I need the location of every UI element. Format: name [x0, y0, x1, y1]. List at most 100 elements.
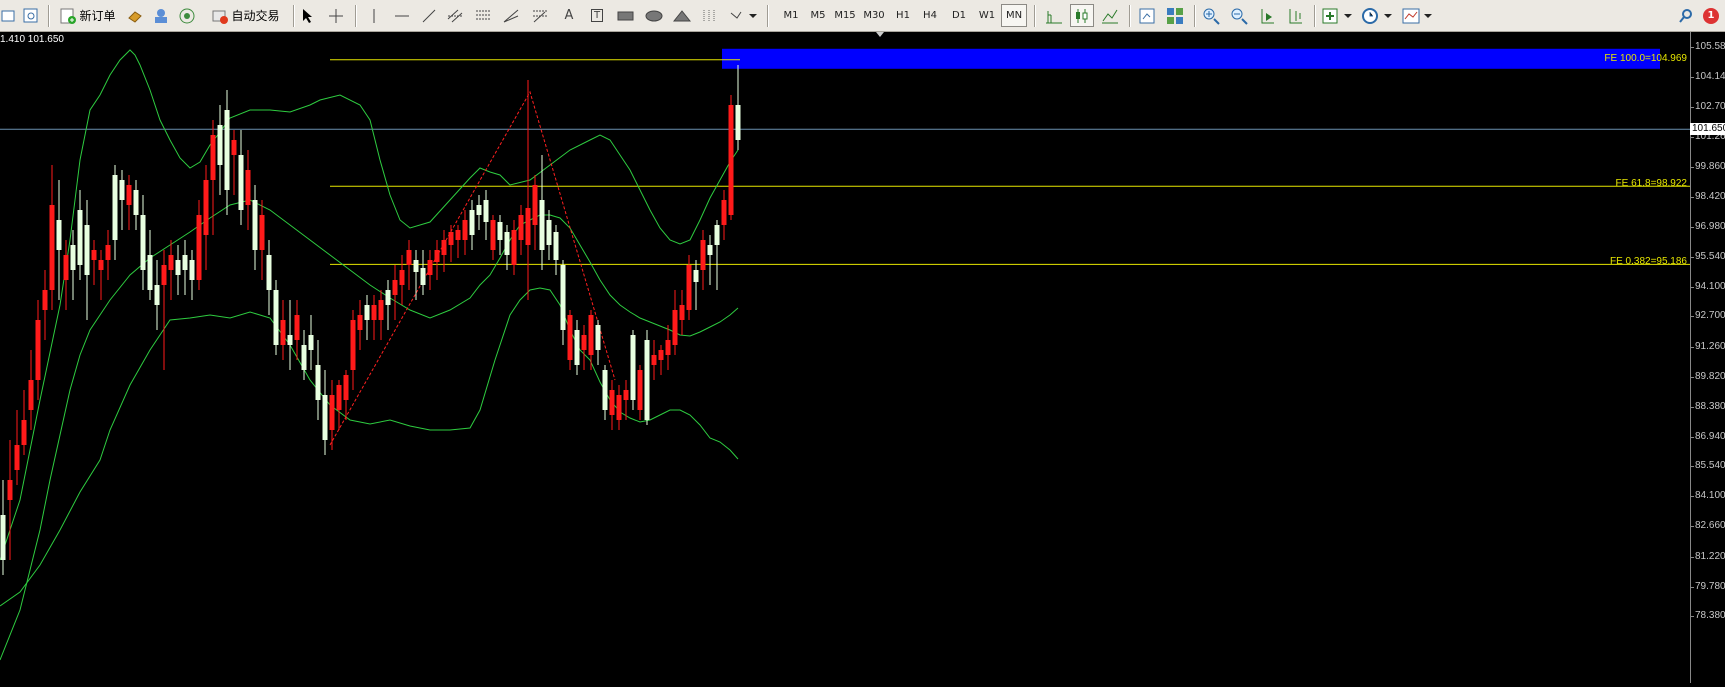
candle-bull: [84, 225, 90, 275]
window-icon[interactable]: [0, 4, 16, 27]
more-tools-dropdown[interactable]: [726, 4, 760, 27]
chart-shift-marker: [876, 32, 884, 37]
fib-expansion-icon[interactable]: [528, 4, 552, 27]
zigzag-line: [329, 90, 616, 446]
new-order-button[interactable]: 新订单: [56, 4, 120, 27]
candle-bear: [581, 335, 587, 350]
candle-bull: [77, 210, 83, 265]
candle-bull: [252, 200, 258, 250]
ellipse-icon[interactable]: [642, 4, 666, 27]
candle-bear: [532, 185, 538, 225]
auto-trade-button[interactable]: 自动交易: [208, 4, 284, 27]
periods-dropdown[interactable]: [1360, 4, 1396, 27]
candle-bull: [140, 215, 146, 270]
price-axis-label: 96.980: [1695, 220, 1725, 232]
rectangle-icon[interactable]: [614, 4, 638, 27]
candle-bull: [714, 225, 720, 245]
triangle-icon[interactable]: [670, 4, 694, 27]
candle-bull: [147, 255, 153, 290]
candle-bear: [434, 250, 440, 262]
notifications-icon[interactable]: 1: [1700, 4, 1722, 27]
candle-bear: [721, 200, 727, 225]
candle-bull: [364, 305, 370, 320]
horizontal-line-icon[interactable]: [392, 4, 412, 27]
tf-h1[interactable]: H1: [890, 4, 916, 27]
candle-bull: [595, 325, 601, 350]
candle-bull: [287, 335, 293, 345]
tf-h4[interactable]: H4: [917, 4, 943, 27]
fe-100-band: [722, 48, 1660, 69]
candle-bear: [126, 185, 132, 205]
indicators-dropdown[interactable]: [1320, 4, 1356, 27]
candle-bear: [392, 280, 398, 295]
autoscroll-icon[interactable]: [1255, 4, 1279, 27]
fib-fan-icon[interactable]: [500, 4, 522, 27]
signal-icon[interactable]: [176, 4, 198, 27]
search-icon[interactable]: [1676, 4, 1696, 27]
price-axis-label: 102.700: [1695, 101, 1725, 113]
price-axis-tick: [1691, 346, 1694, 348]
template-icon[interactable]: [1135, 4, 1159, 27]
channel-icon[interactable]: [444, 4, 466, 27]
chart-zoom-icon[interactable]: [20, 4, 42, 27]
candle-bear: [63, 255, 69, 280]
candle-bull: [266, 255, 272, 290]
candle-bear: [427, 260, 433, 275]
templates-dropdown[interactable]: [1400, 4, 1436, 27]
candle-bear: [518, 215, 524, 240]
line-chart-icon[interactable]: [1098, 4, 1122, 27]
price-axis-label: 95.540: [1695, 251, 1725, 263]
ohlc-readout: 1.410 101.650: [0, 34, 64, 45]
price-axis-label: 98.420: [1695, 190, 1725, 202]
zoom-out-icon[interactable]: [1227, 4, 1251, 27]
candle-bull: [476, 205, 482, 215]
arrow-tools-icon[interactable]: [698, 4, 722, 27]
trendline-icon[interactable]: [418, 4, 440, 27]
tf-w1[interactable]: W1: [974, 4, 1000, 27]
tf-m30[interactable]: M30: [861, 4, 887, 27]
price-axis-tick: [1691, 616, 1694, 617]
zoom-in-icon[interactable]: [1199, 4, 1223, 27]
candle-bull: [707, 245, 713, 255]
text-label-tool-icon[interactable]: T: [586, 4, 608, 27]
history-icon[interactable]: [124, 4, 146, 27]
price-axis-tick: [1691, 526, 1694, 528]
tf-m15[interactable]: M15: [832, 4, 858, 27]
price-axis-tick: [1691, 196, 1694, 198]
candle-bear: [245, 170, 251, 205]
price-axis-tick: [1691, 496, 1694, 498]
bar-chart-icon[interactable]: [1042, 4, 1066, 27]
price-axis-label: 92.700: [1695, 310, 1725, 322]
tf-d1[interactable]: D1: [946, 4, 972, 27]
candle-bull: [546, 220, 552, 245]
tf-m5[interactable]: M5: [805, 4, 831, 27]
text-tool-icon[interactable]: A: [558, 4, 580, 27]
candle-bull: [217, 125, 223, 165]
tf-m1[interactable]: M1: [778, 4, 804, 27]
candle-bear: [35, 320, 41, 380]
candle-bear: [462, 220, 468, 240]
candle-bear: [91, 250, 97, 260]
new-order-icon: [60, 8, 77, 24]
tf-mn[interactable]: MN: [1001, 4, 1027, 27]
current-price-tag: 101.650: [1690, 123, 1725, 136]
candle-bear: [280, 320, 286, 345]
fe-level-label: FE 100.0=104.969: [1604, 52, 1687, 64]
fibonacci-icon[interactable]: [472, 4, 494, 27]
price-chart[interactable]: [0, 32, 1690, 683]
price-axis-label: 104.140: [1695, 71, 1725, 83]
vertical-line-icon[interactable]: [366, 4, 382, 27]
terminal-icon[interactable]: [150, 4, 172, 27]
candle-bull: [602, 370, 608, 410]
candlestick-icon[interactable]: [1070, 4, 1094, 27]
tile-windows-icon[interactable]: [1163, 4, 1187, 27]
candle-bear: [637, 370, 643, 410]
candle-bear: [525, 208, 531, 245]
crosshair-icon[interactable]: [326, 4, 346, 27]
candle-bull: [693, 270, 699, 282]
chart-shift-icon[interactable]: [1283, 4, 1307, 27]
cursor-icon[interactable]: [298, 4, 318, 27]
candle-bear: [700, 240, 706, 270]
candle-bear: [28, 380, 34, 410]
price-axis-label: 84.100: [1695, 490, 1725, 502]
